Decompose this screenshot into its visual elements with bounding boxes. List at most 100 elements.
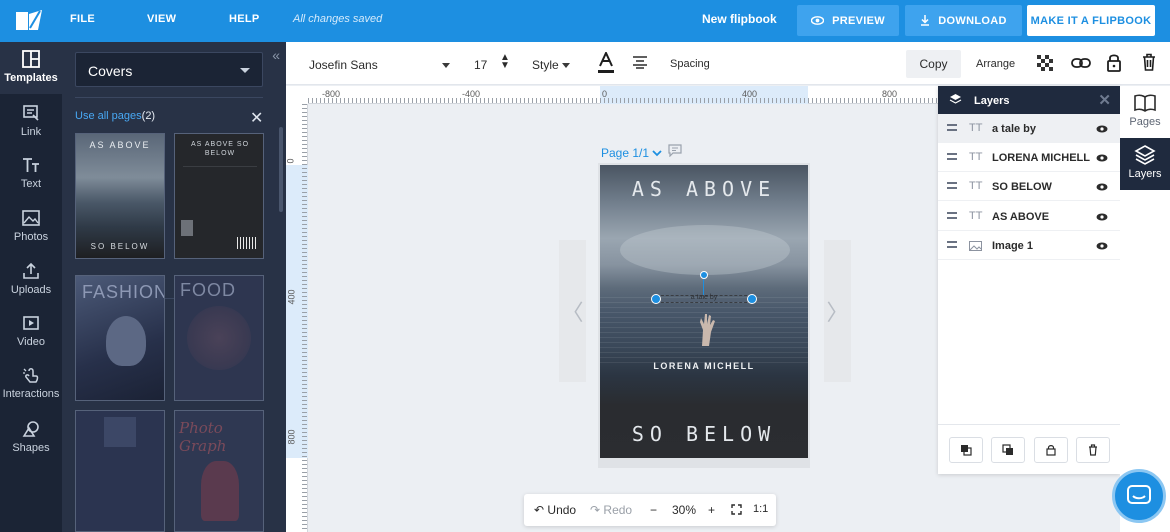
rail-item-shapes[interactable]: Shapes: [0, 412, 62, 464]
zoom-in-button[interactable]: +: [708, 503, 715, 517]
ruler-label: 0: [285, 158, 296, 164]
reaching-hand-icon: [700, 314, 715, 346]
delete-button[interactable]: [1142, 53, 1156, 74]
download-button[interactable]: DOWNLOAD: [905, 5, 1022, 36]
category-select[interactable]: Covers: [75, 52, 263, 87]
menu-view[interactable]: VIEW: [147, 13, 176, 25]
drag-handle-icon[interactable]: [947, 182, 957, 189]
transparency-button[interactable]: [1037, 55, 1053, 74]
menu-file[interactable]: FILE: [70, 13, 95, 25]
cover-author[interactable]: LORENA MICHELL: [600, 361, 808, 371]
close-icon[interactable]: ✕: [250, 108, 263, 128]
zoom-level[interactable]: 30%: [672, 503, 696, 517]
layer-row[interactable]: TT a tale by: [938, 114, 1120, 143]
template-thumb-cover-front[interactable]: AS ABOVE SO BELOW: [75, 133, 165, 259]
panel-scrollbar[interactable]: [279, 127, 283, 212]
flipbook-logo-icon[interactable]: [14, 8, 44, 34]
chat-support-button[interactable]: [1112, 469, 1166, 523]
eye-icon[interactable]: [1096, 242, 1108, 250]
comment-icon[interactable]: [668, 144, 682, 157]
layers-label: Layers: [1128, 168, 1162, 180]
ruler-label: 400: [286, 289, 297, 305]
template-thumb-fashion[interactable]: FASHION: [75, 275, 165, 401]
cover-subtitle[interactable]: a tale by: [656, 294, 752, 301]
font-size-value[interactable]: 17: [474, 58, 487, 72]
eye-icon[interactable]: [1096, 154, 1108, 162]
style-dropdown[interactable]: Style: [532, 58, 571, 72]
ruler-corner: [286, 86, 308, 104]
collapse-panel-icon[interactable]: «: [272, 47, 280, 63]
drag-handle-icon[interactable]: [947, 212, 957, 219]
thumb-back-title: AS ABOVE SO BELOW: [190, 141, 250, 157]
lock-icon: [1046, 445, 1056, 456]
actual-size-button[interactable]: 1:1: [753, 503, 768, 515]
page-selector[interactable]: Page 1/1: [601, 146, 663, 160]
arrange-button[interactable]: Arrange: [976, 58, 1015, 70]
cover-title[interactable]: AS ABOVE: [600, 177, 808, 201]
copy-button[interactable]: Copy: [906, 50, 961, 78]
close-icon[interactable]: ✕: [1098, 91, 1111, 109]
template-thumb-cover-back[interactable]: AS ABOVE SO BELOW: [174, 133, 264, 259]
undo-button[interactable]: ↶ Undo: [534, 503, 576, 517]
cover-bottom-title[interactable]: SO BELOW: [600, 422, 808, 446]
rail-item-templates[interactable]: Templates: [0, 42, 62, 94]
layer-row[interactable]: TT AS ABOVE: [938, 202, 1120, 231]
resize-handle-left[interactable]: [651, 294, 661, 304]
drag-handle-icon[interactable]: [947, 153, 957, 160]
layer-row[interactable]: TT SO BELOW: [938, 172, 1120, 201]
previous-page-button[interactable]: 〈: [559, 240, 586, 382]
next-page-button[interactable]: 〉: [824, 240, 851, 382]
zoom-out-button[interactable]: −: [650, 503, 657, 517]
eye-icon[interactable]: [1096, 213, 1108, 221]
spacing-button[interactable]: Spacing: [670, 58, 710, 70]
book-cover-page[interactable]: AS ABOVE a tale by LORENA MICHELL SO BEL…: [600, 165, 808, 458]
use-all-pages-link[interactable]: Use all pages(2): [75, 110, 155, 122]
rail-item-text[interactable]: Text: [0, 148, 62, 200]
lock-button[interactable]: [1107, 53, 1121, 75]
fullscreen-icon: [731, 504, 742, 515]
cover-cloud: [620, 225, 790, 275]
zoom-bar: ↶ Undo ↷ Redo − 30% + 1:1: [524, 494, 776, 526]
rail-item-interactions[interactable]: Interactions: [0, 358, 62, 410]
lock-layer-button[interactable]: [1034, 437, 1068, 463]
drag-handle-icon[interactable]: [947, 241, 957, 248]
document-title[interactable]: New flipbook: [702, 12, 777, 26]
template-thumb-magazine[interactable]: [75, 410, 165, 532]
make-flipbook-button[interactable]: MAKE IT A FLIPBOOK: [1027, 5, 1155, 36]
font-family-select[interactable]: Josefin Sans: [309, 58, 378, 72]
redo-button[interactable]: ↷ Redo: [590, 503, 632, 517]
template-thumb-food[interactable]: FOOD: [174, 275, 264, 401]
delete-layer-button[interactable]: [1076, 437, 1110, 463]
pages-tab[interactable]: Pages: [1120, 86, 1170, 138]
rotate-handle[interactable]: [700, 271, 708, 279]
font-select-caret[interactable]: [442, 58, 450, 72]
link-button[interactable]: [1071, 57, 1091, 72]
text-color-icon: [598, 50, 614, 73]
send-backward-button[interactable]: [949, 437, 983, 463]
bring-forward-button[interactable]: [991, 437, 1025, 463]
layer-row[interactable]: Image 1: [938, 231, 1120, 260]
rail-item-video[interactable]: Video: [0, 306, 62, 358]
layers-icon: [1134, 145, 1156, 165]
layer-row[interactable]: TT LORENA MICHELL: [938, 143, 1120, 172]
templates-icon: [22, 50, 40, 68]
rail-item-link[interactable]: Link: [0, 96, 62, 148]
fit-screen-button[interactable]: [731, 504, 742, 518]
layer-name: a tale by: [992, 123, 1037, 135]
layers-tab[interactable]: Layers: [1120, 138, 1170, 190]
eye-icon[interactable]: [1096, 183, 1108, 191]
text-align-button[interactable]: [632, 55, 648, 72]
menu-help[interactable]: HELP: [229, 13, 260, 25]
rail-item-photos[interactable]: Photos: [0, 201, 62, 253]
resize-handle-right[interactable]: [747, 294, 757, 304]
preview-button[interactable]: PREVIEW: [797, 5, 899, 36]
rail-item-uploads[interactable]: Uploads: [0, 254, 62, 306]
thumb-photo: [181, 220, 193, 236]
ruler-label: -800: [322, 89, 341, 99]
font-size-stepper-icon[interactable]: ▲ ▼: [500, 53, 510, 71]
template-thumb-photograph[interactable]: Photo Graph: [174, 410, 264, 532]
eye-icon[interactable]: [1096, 125, 1108, 133]
text-color-button[interactable]: [597, 50, 615, 77]
rail-label-interactions: Interactions: [2, 388, 60, 400]
drag-handle-icon[interactable]: [947, 124, 957, 131]
